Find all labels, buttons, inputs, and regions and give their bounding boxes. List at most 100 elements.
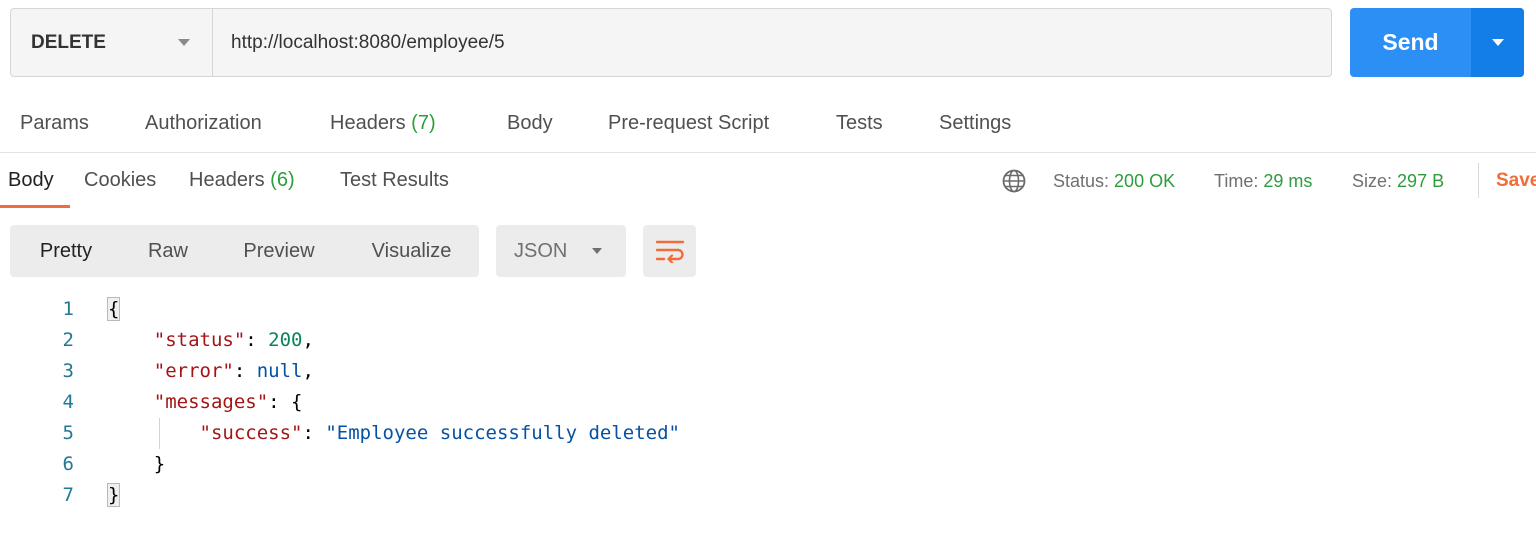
code-token: 200	[268, 329, 303, 351]
line-number: 2	[62, 329, 74, 351]
format-select[interactable]: JSON	[496, 225, 626, 277]
tab-pre-request-script[interactable]: Pre-request Script	[608, 112, 769, 135]
line-number: 5	[62, 422, 74, 444]
code-line: 7}	[0, 480, 1536, 511]
code-token: "Employee successfully deleted"	[325, 422, 680, 444]
request-tabs: Params Authorization Headers (7) Body Pr…	[0, 100, 1536, 152]
code-line: 5 "success": "Employee successfully dele…	[0, 418, 1536, 449]
size-meta: Size: 297 B	[1352, 171, 1444, 192]
send-options-button[interactable]	[1471, 8, 1524, 77]
line-number: 6	[62, 453, 74, 475]
code-token: :	[233, 360, 257, 382]
wrap-lines-button[interactable]	[643, 225, 696, 277]
tab-authorization[interactable]: Authorization	[145, 112, 262, 135]
code-line: 3 "error": null,	[0, 356, 1536, 387]
tab-count: (7)	[411, 112, 436, 134]
tab-headers[interactable]: Headers (7)	[330, 112, 436, 135]
status-label: Status:	[1053, 171, 1110, 191]
code-token: : {	[268, 391, 303, 413]
size-label: Size:	[1352, 171, 1393, 191]
wrap-lines-icon	[655, 240, 684, 263]
code-token: "status"	[153, 329, 246, 351]
code-token: :	[245, 329, 269, 351]
code-line: 1{	[0, 294, 1536, 325]
chevron-down-icon	[592, 248, 602, 254]
tab-label: Headers	[189, 169, 265, 191]
tab-label: Pre-request Script	[608, 112, 770, 134]
response-tab-test-results[interactable]: Test Results	[340, 169, 449, 192]
send-button-group: Send	[1350, 8, 1524, 77]
size-value: 297 B	[1397, 171, 1445, 191]
globe-icon[interactable]	[1001, 168, 1027, 194]
active-tab-indicator	[0, 205, 70, 208]
time-label: Time:	[1214, 171, 1259, 191]
method-label: DELETE	[31, 31, 106, 53]
chevron-down-icon	[1491, 39, 1504, 46]
line-number: 4	[62, 391, 74, 413]
url-input[interactable]: http://localhost:8080/employee/5	[213, 9, 1331, 76]
meta-separator	[1478, 163, 1479, 198]
status-value: 200 OK	[1114, 171, 1176, 191]
tab-settings[interactable]: Settings	[939, 112, 1011, 135]
line-number: 3	[62, 360, 74, 382]
code-text: "error": null,	[108, 356, 314, 387]
tab-params[interactable]: Params	[20, 112, 89, 135]
line-number: 1	[62, 298, 74, 320]
time-value: 29 ms	[1263, 171, 1313, 191]
chevron-down-icon	[178, 39, 190, 46]
view-visualize[interactable]: Visualize	[344, 225, 479, 277]
view-pretty[interactable]: Pretty	[10, 225, 122, 277]
code-token: null	[256, 360, 303, 382]
code-token: {	[106, 297, 121, 321]
line-number: 7	[62, 484, 74, 506]
view-raw[interactable]: Raw	[122, 225, 214, 277]
time-meta: Time: 29 ms	[1214, 171, 1312, 192]
response-tab-body[interactable]: Body	[8, 169, 54, 192]
code-token: ,	[302, 360, 314, 382]
code-line: 6 }	[0, 449, 1536, 480]
tab-tests[interactable]: Tests	[836, 112, 883, 135]
view-mode-group: Pretty Raw Preview Visualize	[10, 225, 479, 277]
tab-label: Headers	[330, 112, 406, 134]
divider	[0, 152, 1536, 153]
tab-label: Settings	[939, 112, 1012, 134]
code-token: }	[153, 453, 166, 475]
code-text: "success": "Employee successfully delete…	[108, 418, 680, 449]
tab-label: Params	[20, 112, 89, 134]
tab-label: Body	[507, 112, 553, 134]
code-token: "error"	[153, 360, 234, 382]
tab-label: Tests	[836, 112, 883, 134]
code-token: "success"	[199, 422, 303, 444]
tab-label: Authorization	[145, 112, 262, 134]
code-token: }	[106, 483, 121, 507]
tab-label: Body	[8, 169, 54, 191]
code-token: ,	[302, 329, 314, 351]
tab-label: Cookies	[84, 169, 157, 191]
request-bar: DELETE http://localhost:8080/employee/5	[10, 8, 1332, 77]
tab-label: Test Results	[340, 169, 449, 191]
code-line: 4 "messages": {	[0, 387, 1536, 418]
response-tab-headers[interactable]: Headers (6)	[189, 169, 295, 192]
save-response-button[interactable]: Save	[1496, 170, 1536, 192]
code-text: }	[108, 449, 165, 480]
code-text: }	[106, 480, 121, 511]
send-button[interactable]: Send	[1350, 8, 1471, 77]
method-select[interactable]: DELETE	[11, 9, 213, 76]
code-text: {	[106, 294, 121, 325]
format-label: JSON	[514, 239, 568, 262]
code-line: 2 "status": 200,	[0, 325, 1536, 356]
code-text: "messages": {	[108, 387, 303, 418]
tab-count: (6)	[270, 169, 295, 191]
response-tab-cookies[interactable]: Cookies	[84, 169, 156, 192]
code-token: :	[302, 422, 326, 444]
view-preview[interactable]: Preview	[214, 225, 344, 277]
code-text: "status": 200,	[108, 325, 314, 356]
status-meta: Status: 200 OK	[1053, 171, 1175, 192]
tab-body[interactable]: Body	[507, 112, 553, 135]
code-token: "messages"	[153, 391, 269, 413]
